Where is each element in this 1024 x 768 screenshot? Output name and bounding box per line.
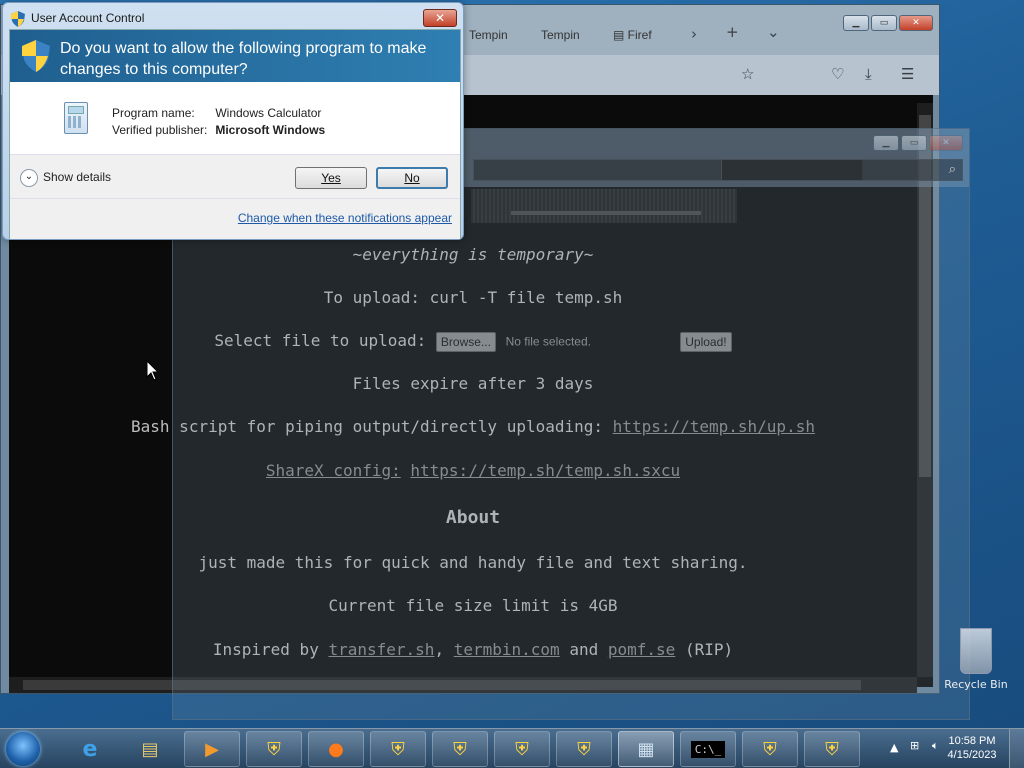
volume-icon[interactable]: 🔈︎ [932,739,939,753]
tab-list-icon[interactable]: ⌄ [767,23,780,41]
taskbar-uac-shield-icon[interactable]: ⛨ [246,731,302,767]
calculator-taskbar-icon[interactable]: ▦ [618,731,674,767]
uac-shield-icon [22,40,50,75]
publisher-row: Verified publisher: Microsoft Windows [112,123,325,137]
uac-banner: Do you want to allow the following progr… [10,30,460,82]
publisher-value: Microsoft Windows [215,123,326,137]
taskbar-uac-shield-icon[interactable]: ⛨ [556,731,612,767]
minimize-button[interactable]: ▁ [843,15,869,31]
show-details-toggle[interactable]: ⌄ Show details [20,169,111,187]
ghost-close-button[interactable]: ✕ [929,135,963,151]
tab-1[interactable]: Tempin [469,21,509,49]
program-name-label: Program name: [112,106,195,120]
uac-title: User Account Control [31,11,145,25]
calculator-icon [64,102,88,134]
media-player-icon[interactable]: ▶ [184,731,240,767]
file-explorer-icon[interactable]: ▤ [122,731,178,767]
ghost-minimize-button[interactable]: ▁ [873,135,899,151]
menu-icon[interactable]: ☰ [901,65,914,83]
recycle-bin-icon [960,628,992,674]
tab-3-label: Firef [627,28,652,42]
network-icon[interactable]: ⊞ [910,739,919,752]
bookmark-star-icon[interactable]: ☆ [741,65,754,83]
taskbar-uac-shield-icon[interactable]: ⛨ [432,731,488,767]
clock-date: 4/15/2023 [947,749,997,761]
download-icon[interactable]: ⤓ [865,65,872,83]
search-icon: ⌕ [948,162,956,177]
taskbar-uac-shield-icon[interactable]: ⛨ [804,731,860,767]
uac-footer: Change when these notifications appear [10,198,460,239]
shield-icon [11,11,25,30]
uac-close-button[interactable]: ✕ [423,9,457,27]
program-info: Program name: Windows Calculator Verifie… [10,82,460,154]
firefox-window-controls: ▁ ▭ ✕ [843,15,933,31]
uac-actions: ⌄ Show details Yes No [10,154,460,199]
taskbar-uac-shield-icon[interactable]: ⛨ [494,731,550,767]
chevron-down-icon: ⌄ [20,169,38,187]
uac-dialog: User Account Control ✕ Do you want to al… [2,2,464,240]
yes-button[interactable]: Yes [295,167,367,189]
document-icon: ▤ [613,28,628,42]
show-desktop-button[interactable] [1009,729,1024,768]
clock-time: 10:58 PM [948,735,996,747]
recycle-bin-label: Recycle Bin [944,678,1008,691]
publisher-label: Verified publisher: [112,123,208,137]
tray-expand-icon[interactable]: ▲ [890,741,898,754]
change-notifications-link[interactable]: Change when these notifications appear [238,211,452,225]
program-name-value: Windows Calculator [215,106,322,120]
close-button[interactable]: ✕ [899,15,933,31]
command-prompt-icon[interactable]: C:\_ [680,731,736,767]
new-tab-icon[interactable]: + [726,23,739,41]
internet-explorer-icon[interactable]: e [62,731,118,767]
taskbar-uac-shield-icon[interactable]: ⛨ [370,731,426,767]
pocket-icon[interactable]: ♡ [831,65,844,83]
program-name-row: Program name: Windows Calculator [112,106,321,120]
taskbar-uac-shield-icon[interactable]: ⛨ [742,731,798,767]
maximize-button[interactable]: ▭ [871,15,897,31]
taskbar: e ▤ ▶ ⛨ ● ⛨ ⛨ ⛨ ⛨ ▦ C:\_ ⛨ ⛨ ▲ ⊞ 🔈︎ [0,728,1024,768]
firefox-icon[interactable]: ● [308,731,364,767]
no-button[interactable]: No [376,167,448,189]
clock[interactable]: 10:58 PM 4/15/2023 [946,734,998,762]
recycle-bin[interactable]: Recycle Bin [944,628,1008,691]
uac-body: Do you want to allow the following progr… [9,29,461,239]
uac-question: Do you want to allow the following progr… [60,40,427,78]
start-button[interactable] [6,732,40,766]
show-details-label: Show details [43,170,112,185]
ghost-maximize-button[interactable]: ▭ [901,135,927,151]
chevron-right-icon[interactable]: › [691,25,697,43]
tab-3[interactable]: ▤ Firef [613,21,673,49]
search-box[interactable]: ⌕ [721,159,963,181]
ghost-window-controls: ▁ ▭ ✕ [873,135,963,151]
tab-2[interactable]: Tempin [541,21,589,49]
